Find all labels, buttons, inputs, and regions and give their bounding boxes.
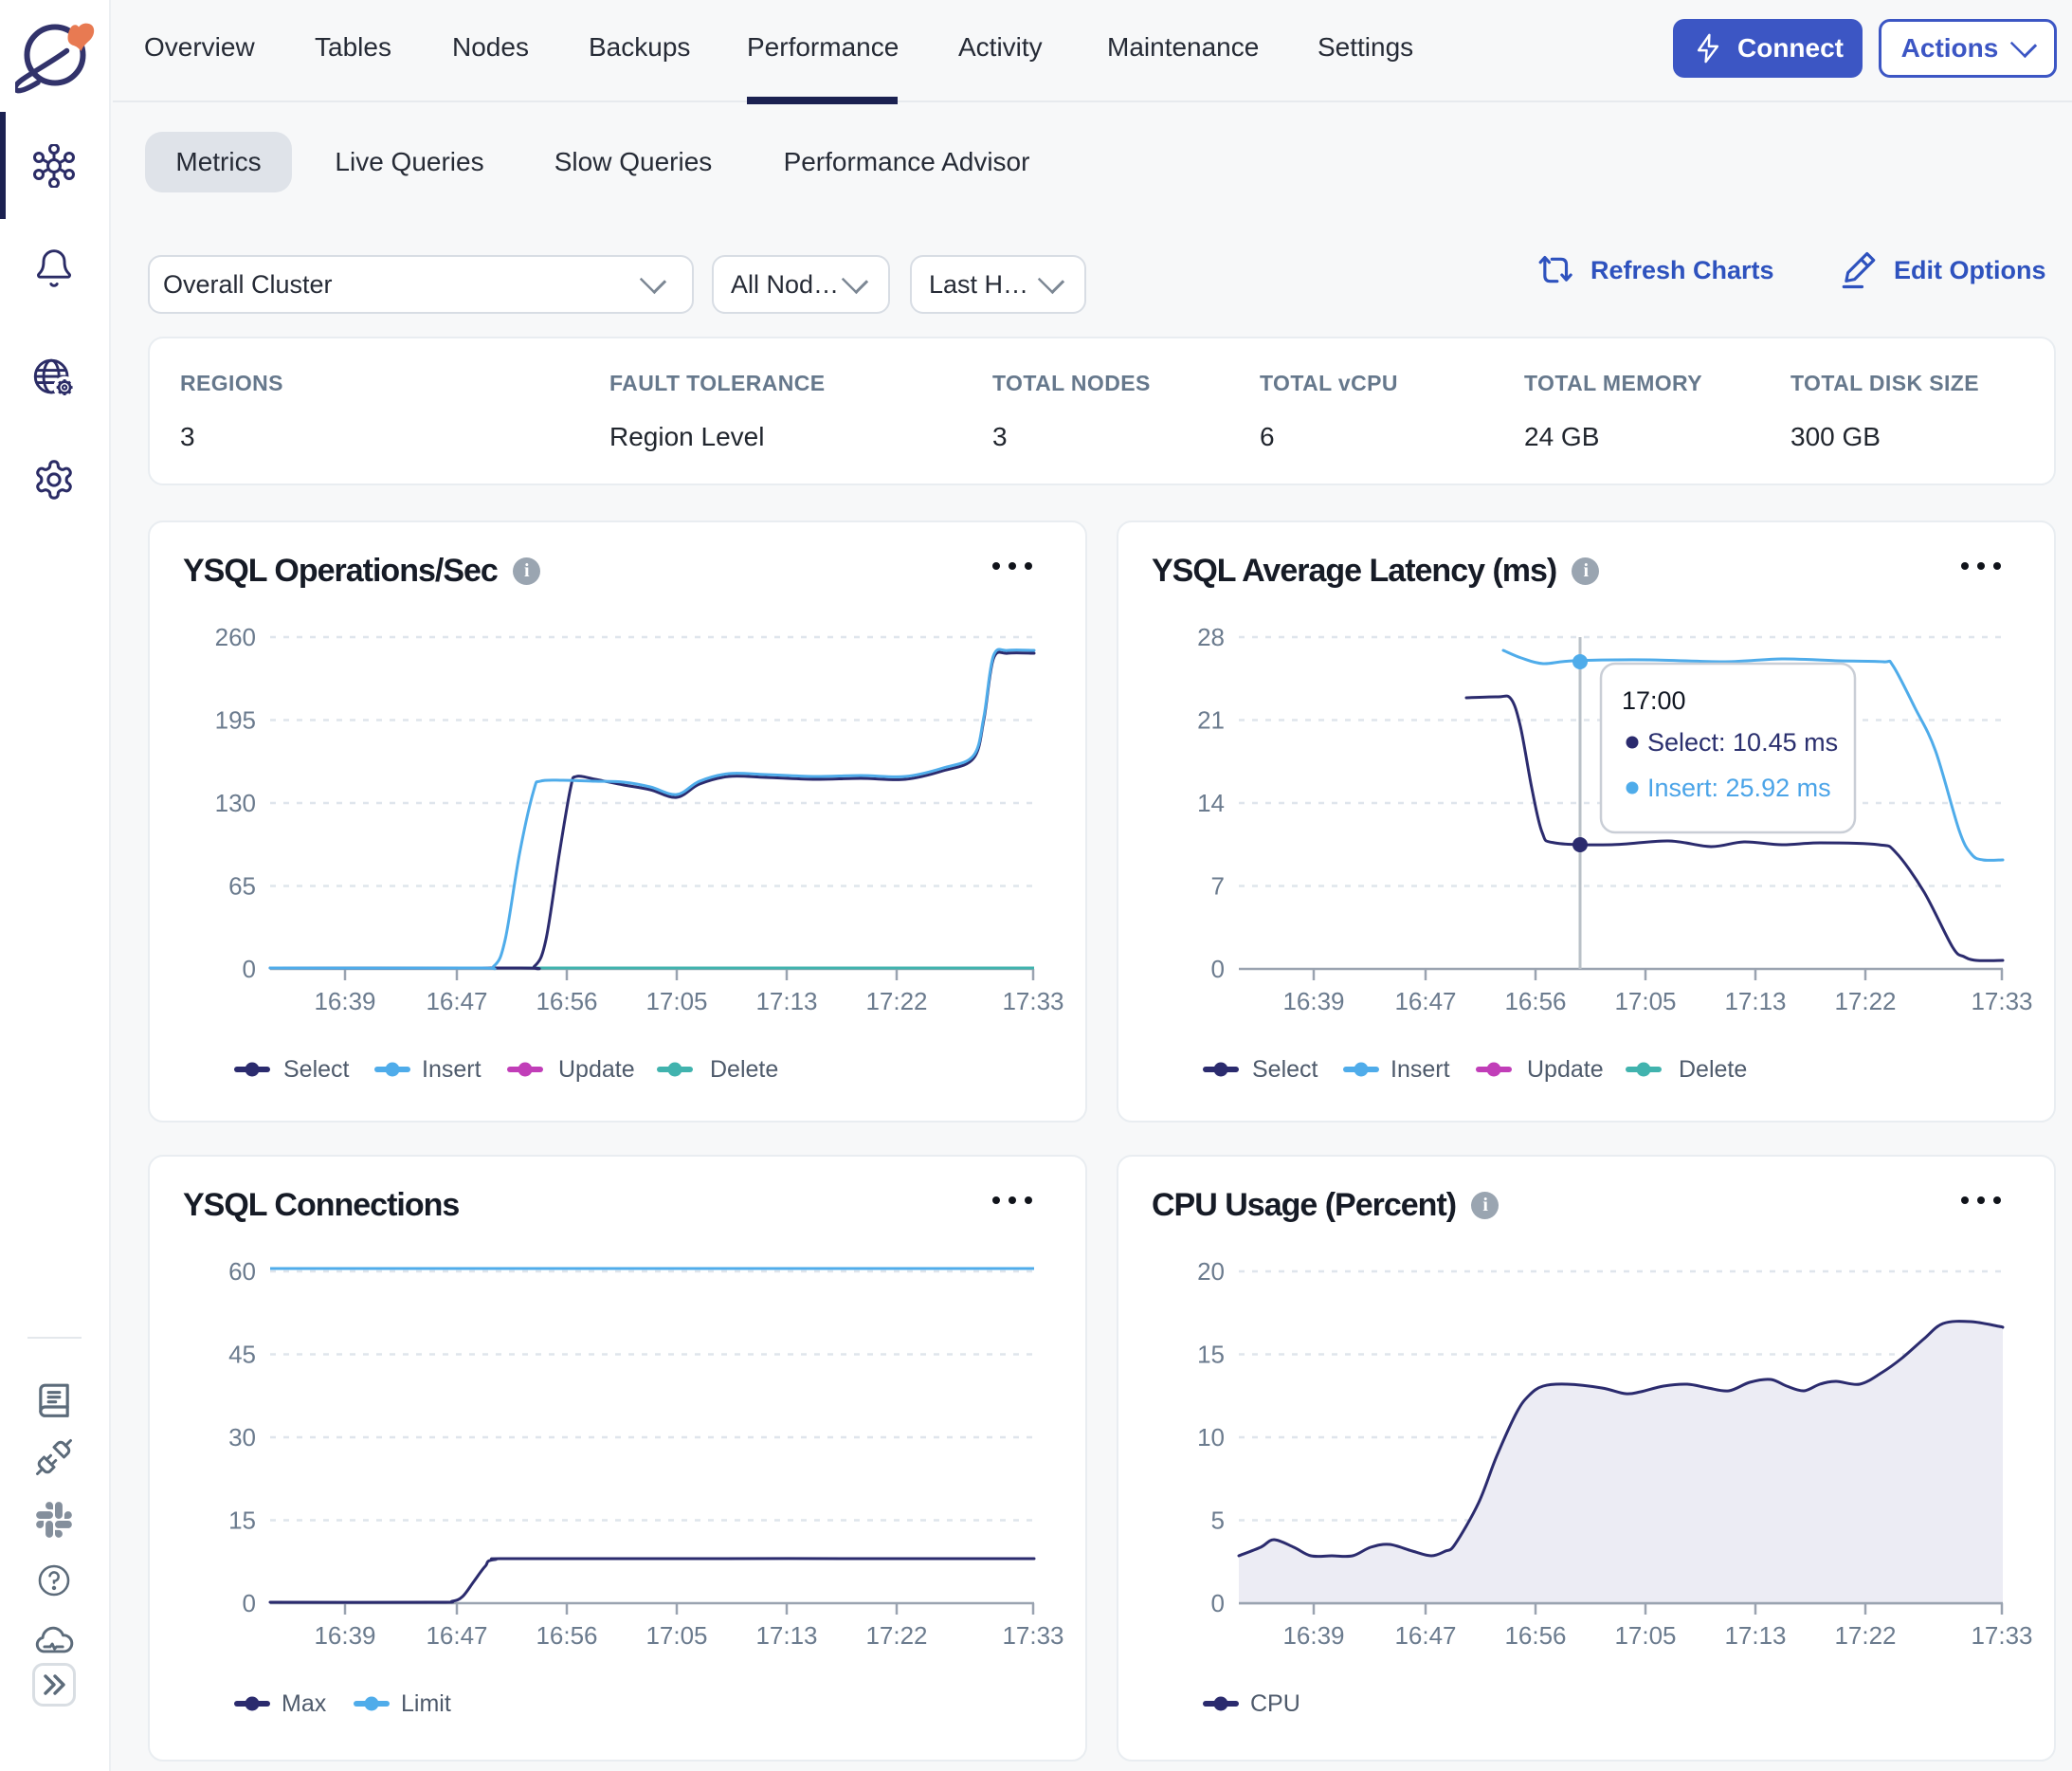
svg-text:0: 0 <box>1211 955 1225 983</box>
svg-text:17:22: 17:22 <box>865 1621 927 1650</box>
svg-text:21: 21 <box>1197 706 1225 735</box>
svg-text:16:47: 16:47 <box>1394 987 1456 1015</box>
svg-text:20: 20 <box>1197 1257 1225 1286</box>
svg-text:Update: Update <box>1527 1056 1604 1083</box>
svg-text:16:39: 16:39 <box>314 987 375 1015</box>
svg-text:17:05: 17:05 <box>645 1621 707 1650</box>
svg-text:10: 10 <box>1197 1423 1225 1451</box>
svg-text:Insert: 25.92 ms: Insert: 25.92 ms <box>1647 774 1831 802</box>
svg-text:Delete: Delete <box>710 1056 778 1083</box>
svg-text:28: 28 <box>1197 623 1225 651</box>
svg-text:17:22: 17:22 <box>1834 1621 1896 1650</box>
svg-text:Insert: Insert <box>422 1056 482 1083</box>
svg-text:16:56: 16:56 <box>1504 1621 1566 1650</box>
svg-text:15: 15 <box>228 1506 256 1535</box>
svg-text:60: 60 <box>228 1257 256 1286</box>
svg-text:17:13: 17:13 <box>1724 1621 1786 1650</box>
svg-text:5: 5 <box>1211 1506 1225 1535</box>
svg-text:Update: Update <box>558 1056 635 1083</box>
svg-text:17:22: 17:22 <box>865 987 927 1015</box>
svg-text:17:22: 17:22 <box>1834 987 1896 1015</box>
svg-text:130: 130 <box>215 789 256 817</box>
svg-text:Select: 10.45 ms: Select: 10.45 ms <box>1647 728 1838 757</box>
svg-text:Insert: Insert <box>1390 1056 1450 1083</box>
svg-text:Select: Select <box>1252 1056 1318 1083</box>
svg-text:17:00: 17:00 <box>1622 686 1686 715</box>
svg-text:17:05: 17:05 <box>1614 1621 1676 1650</box>
svg-text:17:33: 17:33 <box>1002 987 1063 1015</box>
svg-text:16:47: 16:47 <box>426 987 487 1015</box>
svg-text:17:13: 17:13 <box>755 1621 817 1650</box>
svg-text:30: 30 <box>228 1423 256 1451</box>
svg-text:Delete: Delete <box>1679 1056 1747 1083</box>
svg-text:17:33: 17:33 <box>1971 987 2032 1015</box>
svg-text:15: 15 <box>1197 1341 1225 1369</box>
svg-text:65: 65 <box>228 872 256 901</box>
svg-text:17:05: 17:05 <box>1614 987 1676 1015</box>
svg-text:17:13: 17:13 <box>1724 987 1786 1015</box>
svg-text:16:56: 16:56 <box>1504 987 1566 1015</box>
svg-text:195: 195 <box>215 706 256 735</box>
svg-text:45: 45 <box>228 1341 256 1369</box>
svg-text:17:33: 17:33 <box>1002 1621 1063 1650</box>
svg-text:Max: Max <box>282 1690 327 1717</box>
svg-text:CPU: CPU <box>1250 1690 1300 1717</box>
svg-text:7: 7 <box>1211 872 1225 901</box>
svg-text:17:05: 17:05 <box>645 987 707 1015</box>
svg-text:260: 260 <box>215 623 256 651</box>
svg-text:16:47: 16:47 <box>1394 1621 1456 1650</box>
svg-text:16:39: 16:39 <box>314 1621 375 1650</box>
svg-text:16:39: 16:39 <box>1282 987 1344 1015</box>
svg-text:14: 14 <box>1197 789 1225 817</box>
svg-text:Limit: Limit <box>401 1690 451 1717</box>
svg-text:17:13: 17:13 <box>755 987 817 1015</box>
svg-text:Select: Select <box>283 1056 350 1083</box>
svg-text:16:47: 16:47 <box>426 1621 487 1650</box>
svg-text:16:39: 16:39 <box>1282 1621 1344 1650</box>
svg-text:0: 0 <box>1211 1589 1225 1617</box>
svg-text:17:33: 17:33 <box>1971 1621 2032 1650</box>
svg-text:16:56: 16:56 <box>536 987 597 1015</box>
svg-text:16:56: 16:56 <box>536 1621 597 1650</box>
svg-text:0: 0 <box>243 955 256 983</box>
svg-text:0: 0 <box>243 1589 256 1617</box>
